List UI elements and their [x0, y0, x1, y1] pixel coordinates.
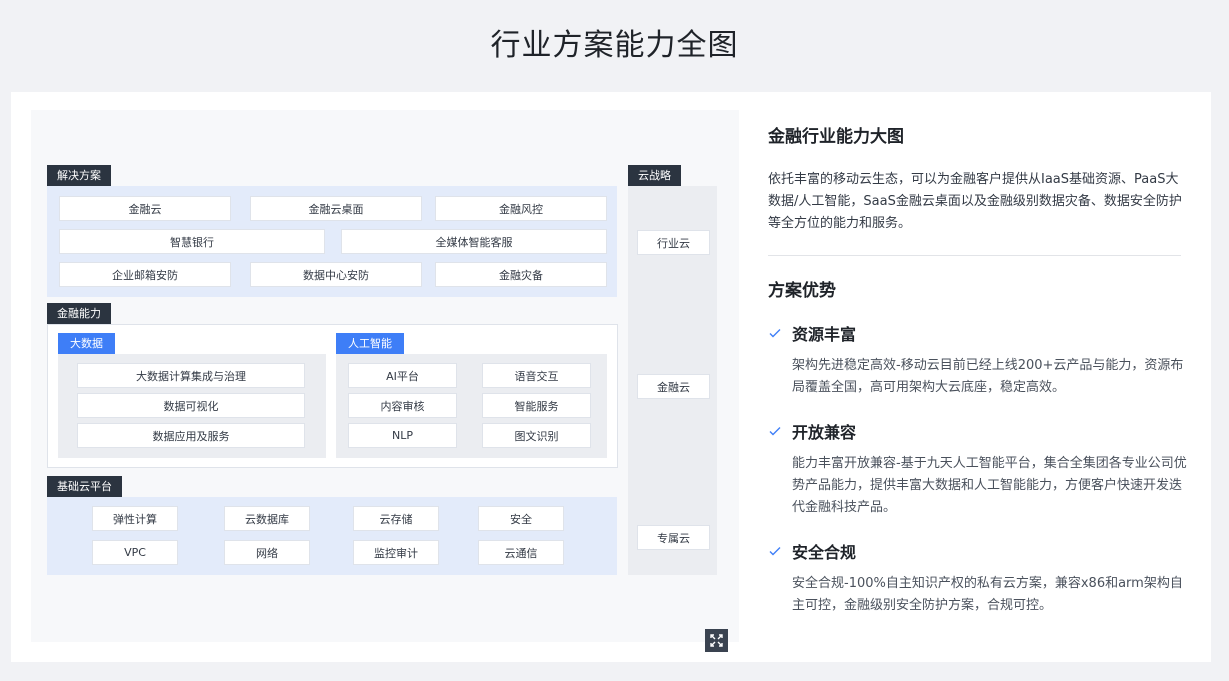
- check-icon: [769, 427, 781, 436]
- strategy-item[interactable]: 金融云: [637, 374, 710, 399]
- ai-item[interactable]: NLP: [348, 423, 457, 448]
- cloud-strategy-tag: 云战略: [628, 165, 681, 186]
- bigdata-item[interactable]: 数据应用及服务: [77, 423, 305, 448]
- ai-item[interactable]: AI平台: [348, 363, 457, 388]
- strategy-item[interactable]: 行业云: [637, 230, 710, 255]
- base-item[interactable]: VPC: [92, 540, 178, 565]
- solution-item[interactable]: 智慧银行: [59, 229, 325, 254]
- bigdata-tag: 大数据: [58, 333, 115, 354]
- ai-item[interactable]: 内容审核: [348, 393, 457, 418]
- advantage-text: 能力丰富开放兼容-基于九天人工智能平台，集合全集团各专业公司优势产品能力，提供丰…: [792, 456, 1187, 515]
- strategy-item[interactable]: 专属云: [637, 525, 710, 550]
- finance-tag: 金融能力: [47, 303, 111, 324]
- bigdata-item[interactable]: 数据可视化: [77, 393, 305, 418]
- ai-tag: 人工智能: [336, 333, 404, 354]
- advantage-text: 安全合规-100%自主知识产权的私有云方案，兼容x86和arm架构自主可控，金融…: [792, 576, 1183, 613]
- page-title: 行业方案能力全图: [490, 28, 739, 63]
- advantage-item: 开放兼容 能力丰富开放兼容-基于九天人工智能平台，集合全集团各专业公司优势产品能…: [768, 419, 1188, 519]
- solution-item[interactable]: 金融风控: [435, 196, 607, 221]
- solutions-region: 金融云 金融云桌面 金融风控 智慧银行 全媒体智能客服 企业邮箱安防 数据中心安…: [47, 186, 617, 297]
- expand-icon: [710, 634, 723, 647]
- base-item[interactable]: 云通信: [478, 540, 564, 565]
- solutions-tag: 解决方案: [47, 165, 111, 186]
- ai-item[interactable]: 语音交互: [482, 363, 591, 388]
- panel-title: 金融行业能力大图: [768, 127, 904, 147]
- solution-item[interactable]: 企业邮箱安防: [59, 262, 231, 287]
- capability-diagram: 解决方案 金融云 金融云桌面 金融风控 智慧银行 全媒体智能客服 企业邮箱安防 …: [31, 110, 739, 652]
- solution-item[interactable]: 金融云: [59, 196, 231, 221]
- base-item[interactable]: 安全: [478, 506, 564, 531]
- cloud-strategy-region: 行业云 金融云 专属云: [628, 186, 717, 575]
- finance-region: 大数据 大数据计算集成与治理 数据可视化 数据应用及服务 人工智能 AI平台 语…: [47, 324, 618, 468]
- solution-item[interactable]: 全媒体智能客服: [341, 229, 607, 254]
- check-icon: [769, 547, 781, 556]
- advantage-name: 资源丰富: [792, 325, 857, 344]
- advantage-name: 开放兼容: [792, 423, 857, 442]
- base-item[interactable]: 弹性计算: [92, 506, 178, 531]
- advantage-text: 架构先进稳定高效-移动云目前已经上线200+云产品与能力，资源布局覆盖全国，高可…: [792, 358, 1184, 395]
- base-platform-region: 弹性计算 云数据库 云存储 安全 VPC 网络 监控审计 云通信: [47, 497, 617, 575]
- bigdata-region: 大数据计算集成与治理 数据可视化 数据应用及服务: [58, 354, 326, 458]
- advantage-item: 资源丰富 架构先进稳定高效-移动云目前已经上线200+云产品与能力，资源布局覆盖…: [768, 321, 1188, 399]
- advantages-title: 方案优势: [768, 281, 836, 301]
- expand-button[interactable]: [705, 629, 728, 652]
- base-item[interactable]: 监控审计: [353, 540, 439, 565]
- solution-item[interactable]: 金融云桌面: [250, 196, 422, 221]
- divider: [768, 255, 1181, 256]
- base-item[interactable]: 云数据库: [224, 506, 310, 531]
- base-platform-tag: 基础云平台: [47, 476, 122, 497]
- ai-region: AI平台 语音交互 内容审核 智能服务 NLP 图文识别: [336, 354, 607, 458]
- solution-item[interactable]: 数据中心安防: [250, 262, 422, 287]
- info-panel: 金融行业能力大图 依托丰富的移动云生态，可以为金融客户提供从IaaS基础资源、P…: [768, 122, 1188, 617]
- capability-card: 解决方案 金融云 金融云桌面 金融风控 智慧银行 全媒体智能客服 企业邮箱安防 …: [11, 92, 1211, 662]
- panel-description: 依托丰富的移动云生态，可以为金融客户提供从IaaS基础资源、PaaS大数据/人工…: [768, 172, 1182, 231]
- ai-item[interactable]: 智能服务: [482, 393, 591, 418]
- check-icon: [769, 329, 781, 338]
- ai-item[interactable]: 图文识别: [482, 423, 591, 448]
- base-item[interactable]: 网络: [224, 540, 310, 565]
- advantage-item: 安全合规 安全合规-100%自主知识产权的私有云方案，兼容x86和arm架构自主…: [768, 539, 1188, 617]
- base-item[interactable]: 云存储: [353, 506, 439, 531]
- bigdata-item[interactable]: 大数据计算集成与治理: [77, 363, 305, 388]
- advantage-name: 安全合规: [792, 543, 857, 562]
- solution-item[interactable]: 金融灾备: [435, 262, 607, 287]
